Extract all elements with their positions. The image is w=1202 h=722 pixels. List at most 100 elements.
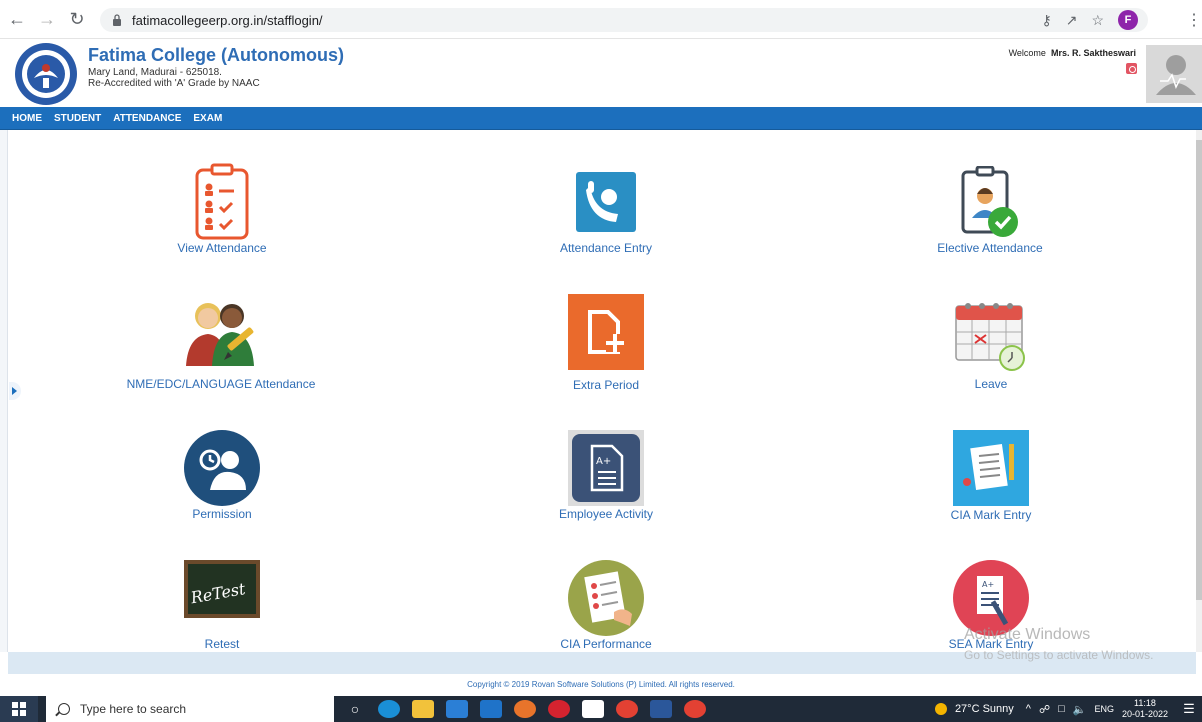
clock-date: 20-01-2022 <box>1121 709 1168 719</box>
url-text: fatimacollegeerp.org.in/stafflogin/ <box>132 12 323 28</box>
volume-muted-icon[interactable]: 🔈 <box>1073 703 1087 716</box>
welcome-label: Welcome <box>1008 48 1046 58</box>
tile-nme-edc-language-attendance[interactable]: NME/EDC/LANGUAGE Attendance <box>116 296 326 392</box>
chrome-profile-icon[interactable] <box>684 700 706 718</box>
store-icon[interactable] <box>446 700 468 718</box>
college-address-block: Mary Land, Madurai - 625018. Re-Accredit… <box>88 67 260 89</box>
tile-label: NME/EDC/LANGUAGE Attendance <box>126 377 316 391</box>
back-arrow-icon[interactable]: ← <box>4 6 30 32</box>
search-placeholder: Type here to search <box>80 702 187 716</box>
mark-sheet-icon <box>953 430 1029 506</box>
main-menu-bar: HOME STUDENT ATTENDANCE EXAM <box>0 107 1202 130</box>
user-name: Mrs. R. Saktheswari <box>1050 48 1136 58</box>
chalkboard-retest-icon: ReTest <box>184 560 260 618</box>
tile-attendance-entry[interactable]: Attendance Entry <box>556 172 656 258</box>
kebab-menu-icon[interactable]: ⋮ <box>1186 8 1202 32</box>
taskbar-clock[interactable]: 11:18 20-01-2022 <box>1122 698 1168 720</box>
weather-text[interactable]: 27°C Sunny <box>955 703 1014 715</box>
person-raise-hand-icon <box>576 172 636 232</box>
activate-windows-title: Activate Windows <box>964 626 1091 643</box>
tile-label: CIA Mark Entry <box>950 508 1032 522</box>
scrollbar-thumb[interactable] <box>1196 140 1202 600</box>
firefox-icon[interactable] <box>514 700 536 718</box>
checklist-hand-icon <box>568 560 644 636</box>
college-title: Fatima College (Autonomous) <box>88 45 344 65</box>
document-icon[interactable] <box>582 700 604 718</box>
tile-cia-performance[interactable]: CIA Performance <box>556 560 656 652</box>
tile-label: Leave <box>974 377 1008 391</box>
browser-toolbar: ← → ↻ fatimacollegeerp.org.in/stafflogin… <box>0 0 1202 39</box>
tile-employee-activity[interactable]: A+ Employee Activity <box>556 430 656 522</box>
tile-label: CIA Performance <box>560 637 652 651</box>
sidebar-collapsed <box>0 130 8 652</box>
calendar-clock-icon <box>955 303 1025 371</box>
menu-home[interactable]: HOME <box>12 113 42 124</box>
svg-text:A+: A+ <box>596 456 611 467</box>
windows-logo-icon <box>12 702 26 716</box>
id-badge-check-icon <box>961 166 1018 237</box>
tile-extra-period[interactable]: Extra Period <box>556 294 656 392</box>
page-scrollbar[interactable] <box>1196 130 1202 652</box>
forward-arrow-icon[interactable]: → <box>34 6 60 32</box>
tile-label: Elective Attendance <box>937 241 1043 255</box>
tile-permission[interactable]: Permission <box>172 430 272 522</box>
exam-paper-icon: A+ <box>953 560 1029 636</box>
menu-student[interactable]: STUDENT <box>54 113 101 124</box>
share-icon[interactable]: ↗ <box>1066 12 1078 29</box>
college-address: Mary Land, Madurai - 625018. <box>88 67 222 78</box>
welcome-text: Welcome Mrs. R. Saktheswari <box>1009 48 1136 58</box>
user-avatar <box>1146 45 1202 103</box>
tile-cia-mark-entry[interactable]: CIA Mark Entry <box>940 430 1042 522</box>
profile-avatar[interactable]: F <box>1118 10 1138 30</box>
word-icon[interactable] <box>650 700 672 718</box>
menu-attendance[interactable]: ATTENDANCE <box>113 113 181 124</box>
tile-label: Attendance Entry <box>559 241 653 255</box>
add-document-icon <box>568 294 644 370</box>
taskbar-apps: ○ <box>344 696 706 722</box>
tile-label: View Attendance <box>177 241 267 255</box>
notification-icon[interactable]: ☰ <box>1176 696 1202 722</box>
edge-icon[interactable] <box>378 700 400 718</box>
clipboard-checklist-icon <box>195 163 249 240</box>
site-header: Fatima College (Autonomous) Mary Land, M… <box>0 39 1202 107</box>
network-icon[interactable]: ☍ <box>1039 703 1050 716</box>
search-icon <box>58 703 70 715</box>
key-icon[interactable]: ⚷ <box>1041 12 1051 29</box>
graded-document-icon: A+ <box>568 430 644 506</box>
person-clock-icon <box>184 430 260 506</box>
activate-windows-subtitle: Go to Settings to activate Windows. <box>964 648 1154 662</box>
tile-label: Extra Period <box>572 378 640 392</box>
language-indicator[interactable]: ENG <box>1094 704 1114 714</box>
taskbar-search-box[interactable]: Type here to search <box>46 696 334 722</box>
tile-elective-attendance[interactable]: Elective Attendance <box>930 166 1050 258</box>
chrome-icon[interactable] <box>616 700 638 718</box>
file-explorer-icon[interactable] <box>412 700 434 718</box>
windows-taskbar: Type here to search ○ 27°C Sunny ^ ☍ □ 🔈… <box>0 696 1202 722</box>
clock-time: 11:18 <box>1134 698 1156 708</box>
cortana-icon[interactable]: ○ <box>344 700 366 718</box>
logout-power-icon[interactable] <box>1126 63 1137 74</box>
system-tray: 27°C Sunny ^ ☍ □ 🔈 ENG 11:18 20-01-2022 … <box>934 696 1202 722</box>
reload-icon[interactable]: ↻ <box>64 6 90 32</box>
college-accreditation: Re-Accredited with 'A' Grade by NAAC <box>88 78 260 89</box>
lock-icon <box>113 14 121 26</box>
tile-retest[interactable]: ReTest Retest <box>172 560 272 652</box>
weather-sun-icon <box>934 703 947 715</box>
footer-copyright: Copyright © 2019 Rovan Software Solution… <box>0 674 1202 696</box>
windows-start-icon[interactable] <box>0 696 38 722</box>
address-bar[interactable]: fatimacollegeerp.org.in/stafflogin/ ⚷ ↗ … <box>100 8 1148 32</box>
tile-label: Retest <box>204 637 240 651</box>
display-icon[interactable]: □ <box>1058 703 1065 715</box>
bookmark-star-icon[interactable]: ☆ <box>1091 12 1104 29</box>
tile-view-attendance[interactable]: View Attendance <box>172 162 272 258</box>
tile-label: Permission <box>192 507 252 521</box>
tile-leave[interactable]: Leave <box>946 294 1036 392</box>
opera-icon[interactable] <box>548 700 570 718</box>
college-logo <box>15 43 77 105</box>
svg-text:A+: A+ <box>982 580 994 589</box>
tray-chevron-icon[interactable]: ^ <box>1026 703 1031 715</box>
menu-exam[interactable]: EXAM <box>193 113 222 124</box>
tile-label: Employee Activity <box>558 507 654 521</box>
students-pencil-icon <box>186 303 254 366</box>
mail-icon[interactable] <box>480 700 502 718</box>
